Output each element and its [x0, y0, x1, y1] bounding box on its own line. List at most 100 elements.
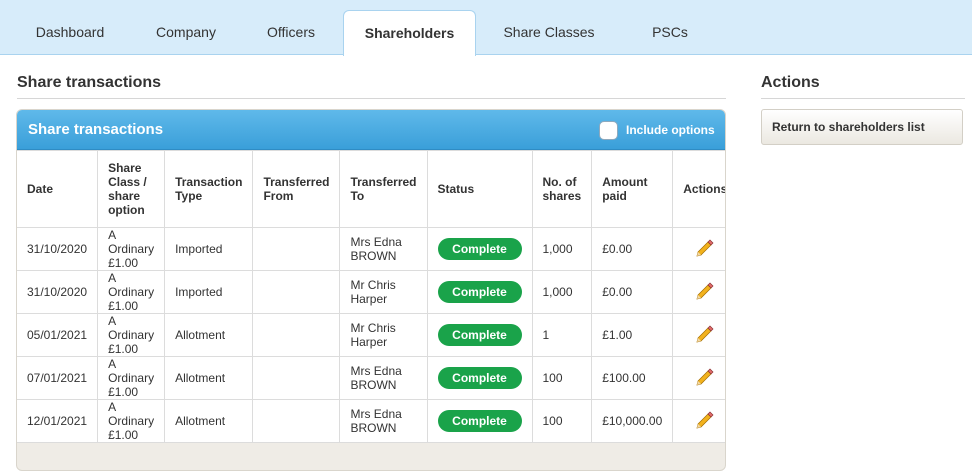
transaction-type-cell-text: Imported [175, 242, 223, 256]
amount-cell-text: £0.00 [602, 242, 633, 256]
header-text: Transferred [350, 175, 417, 189]
col-amount-paid-header: Amount paid [591, 150, 674, 228]
header-text: share [108, 189, 141, 203]
tab-company[interactable]: Company [131, 10, 241, 55]
return-to-shareholders-button[interactable]: Return to shareholders list [761, 109, 963, 145]
transferred-to-cell: Mr Chris Harper [339, 270, 428, 314]
share-class-cell-text: £1.00 [108, 342, 139, 356]
date-cell: 05/01/2021 [17, 313, 99, 357]
header-text: Type [175, 189, 203, 203]
status-badge: Complete [437, 410, 522, 432]
transferred-to-cell-text: BROWN [350, 249, 397, 263]
date-cell: 31/10/2020 [17, 227, 99, 271]
transferred-to-cell-text: Mr Chris [350, 321, 396, 335]
col-no-of-shares-header: No. of shares [531, 150, 593, 228]
date-cell: 31/10/2020 [17, 270, 99, 314]
col-date-header: Date [17, 150, 99, 228]
page-title: Share transactions [17, 74, 162, 91]
table-row: 12/01/2021 A Ordinary £1.00 Allotment Mrs Ed… [17, 399, 725, 443]
transaction-type-cell: Allotment [164, 399, 254, 443]
header-text: Amount [602, 175, 648, 189]
actions-cell [672, 227, 725, 271]
amount-cell-text: £1.00 [602, 328, 633, 342]
transferred-from-cell [252, 356, 341, 400]
transferred-from-cell [252, 270, 341, 314]
share-class-cell: A Ordinary £1.00 [97, 227, 166, 271]
header-text: Transaction [175, 175, 243, 189]
header-text: shares [542, 189, 582, 203]
share-class-cell-text: A Ordinary [108, 400, 155, 428]
header-text: To [350, 189, 365, 203]
status-cell: Complete [426, 313, 533, 357]
pencil-icon[interactable] [695, 410, 715, 430]
actions-divider [761, 98, 965, 99]
col-actions-header: Actions [672, 150, 725, 228]
col-share-class-header: Share Class / share option [97, 150, 166, 228]
status-cell: Complete [426, 399, 533, 443]
pencil-icon[interactable] [695, 324, 715, 344]
amount-cell: £100.00 [591, 356, 674, 400]
include-options-checkbox[interactable] [599, 121, 618, 140]
header-text: Transferred [263, 175, 330, 189]
shares-cell-text: 1,000 [542, 242, 573, 256]
share-class-cell-text: £1.00 [108, 299, 139, 313]
shares-cell-text: 1 [542, 328, 550, 342]
transferred-from-cell [252, 313, 341, 357]
date-cell: 12/01/2021 [17, 399, 99, 443]
table-row: 05/01/2021 A Ordinary £1.00 Allotment Mr Chr… [17, 313, 725, 357]
include-options-label: Include options [626, 123, 715, 137]
transferred-to-cell-text: Harper [350, 335, 388, 349]
status-cell: Complete [426, 270, 533, 314]
transferred-to-cell-text: Mr Chris [350, 278, 396, 292]
actions-cell [672, 313, 725, 357]
amount-cell-text: £10,000.00 [602, 414, 663, 428]
transaction-type-cell-text: Allotment [175, 371, 226, 385]
transferred-to-cell-text: Mrs Edna [350, 235, 402, 249]
tab-dashboard[interactable]: Dashboard [14, 10, 126, 55]
panel-title: Share transactions [28, 121, 164, 138]
tab-pscs[interactable]: PSCs [624, 10, 716, 55]
transferred-to-cell-text: Mrs Edna [350, 364, 402, 378]
transactions-panel: Share transactions Include options Date S… [16, 109, 726, 471]
status-badge: Complete [437, 238, 522, 260]
share-class-cell-text: £1.00 [108, 256, 139, 270]
share-class-cell: A Ordinary £1.00 [97, 313, 166, 357]
shares-cell: 100 [531, 356, 593, 400]
transaction-type-cell: Allotment [164, 313, 254, 357]
transaction-type-cell: Allotment [164, 356, 254, 400]
amount-cell: £0.00 [591, 270, 674, 314]
col-transferred-to-header: Transferred To [339, 150, 428, 228]
transaction-type-cell-text: Allotment [175, 328, 226, 342]
share-class-cell: A Ordinary £1.00 [97, 356, 166, 400]
amount-cell: £0.00 [591, 227, 674, 271]
header-text: Date [27, 182, 54, 196]
transferred-from-cell [252, 227, 341, 271]
col-status-header: Status [426, 150, 533, 228]
actions-title: Actions [761, 74, 820, 91]
title-divider [17, 98, 726, 99]
tab-bar: Dashboard Company Officers Shareholders … [0, 0, 972, 56]
transferred-to-cell: Mrs Edna BROWN [339, 356, 428, 400]
tab-shareholders[interactable]: Shareholders [343, 10, 476, 56]
col-transaction-type-header: Transaction Type [164, 150, 254, 228]
tab-share-classes[interactable]: Share Classes [485, 10, 613, 55]
header-text: No. of [542, 175, 577, 189]
transaction-type-cell-text: Imported [175, 285, 223, 299]
date-cell-text: 05/01/2021 [27, 328, 88, 342]
header-text: From [263, 189, 294, 203]
actions-cell [672, 270, 725, 314]
tab-officers[interactable]: Officers [245, 10, 337, 55]
transferred-to-cell: Mr Chris Harper [339, 313, 428, 357]
header-text: Class / [108, 175, 147, 189]
status-cell: Complete [426, 356, 533, 400]
shares-cell-text: 100 [542, 371, 563, 385]
date-cell-text: 12/01/2021 [27, 414, 88, 428]
table-row: 07/01/2021 A Ordinary £1.00 Allotment Mrs Ed… [17, 356, 725, 400]
shares-cell: 100 [531, 399, 593, 443]
pencil-icon[interactable] [695, 367, 715, 387]
status-badge: Complete [437, 281, 522, 303]
pencil-icon[interactable] [695, 281, 715, 301]
transferred-to-cell: Mrs Edna BROWN [339, 399, 428, 443]
pencil-icon[interactable] [695, 238, 715, 258]
shares-cell: 1,000 [531, 270, 593, 314]
